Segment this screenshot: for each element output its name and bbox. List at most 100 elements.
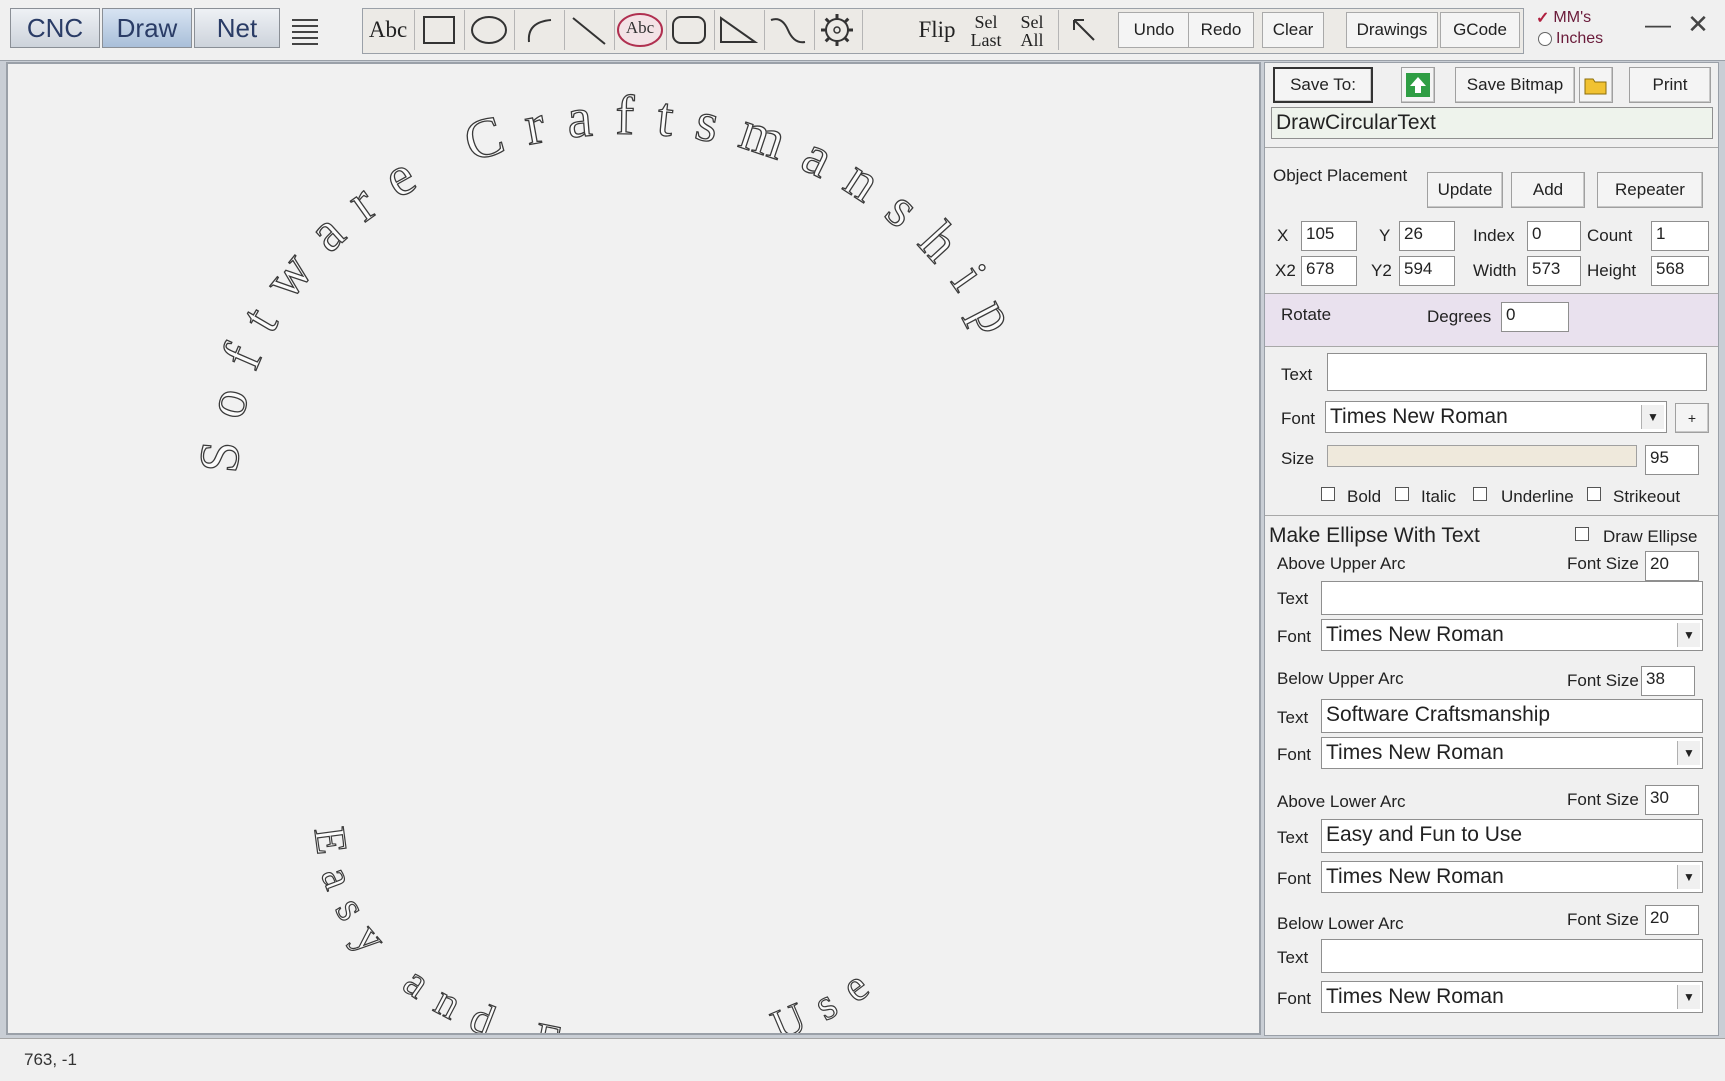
- x-label: X: [1277, 226, 1289, 245]
- arc-tool-icon[interactable]: [518, 10, 560, 50]
- width-field[interactable]: 573: [1527, 256, 1581, 286]
- drawing-canvas[interactable]: Software Craftsmanship Easy and Fun to U…: [6, 62, 1261, 1075]
- above-upper-font-size-field[interactable]: 20: [1645, 551, 1699, 581]
- add-font-button[interactable]: +: [1675, 403, 1709, 433]
- tab-net[interactable]: Net: [194, 8, 280, 48]
- rounded-rectangle-tool-icon[interactable]: [668, 10, 710, 50]
- section-divider: [1265, 147, 1718, 148]
- gear-tool-icon[interactable]: [816, 10, 858, 50]
- toolbar-divider: [814, 10, 815, 50]
- font-label: Font: [1277, 627, 1312, 646]
- above-upper-arc-title: Above Upper Arc: [1277, 554, 1406, 573]
- select-last-line1: Sel: [974, 12, 998, 32]
- below-upper-font-select[interactable]: Times New Roman ▼: [1321, 737, 1703, 769]
- redo-button[interactable]: Redo: [1188, 12, 1254, 48]
- bold-checkbox[interactable]: [1321, 487, 1335, 501]
- select-last-button[interactable]: Sel Last: [964, 10, 1008, 52]
- x2-label: X2: [1275, 261, 1296, 280]
- cursor-coordinates: 763, -1: [24, 1050, 77, 1069]
- text-tool-button[interactable]: Abc: [364, 10, 412, 50]
- tab-cnc[interactable]: CNC: [10, 8, 100, 48]
- toolbar-divider: [564, 10, 565, 50]
- size-slider[interactable]: [1327, 445, 1637, 467]
- upload-arrow-icon[interactable]: [1401, 67, 1435, 103]
- print-button[interactable]: Print: [1629, 67, 1711, 103]
- units-inches-label: Inches: [1556, 30, 1604, 47]
- save-to-button[interactable]: Save To:: [1273, 67, 1373, 103]
- minimize-button[interactable]: —: [1640, 4, 1676, 44]
- count-field[interactable]: 1: [1651, 221, 1709, 251]
- undo-button[interactable]: Undo: [1118, 12, 1190, 48]
- circular-text-tool-button[interactable]: Abc: [616, 10, 664, 50]
- text-label: Text: [1281, 365, 1313, 384]
- degrees-label: Degrees: [1427, 307, 1492, 326]
- draw-ellipse-checkbox[interactable]: [1575, 527, 1589, 541]
- y2-field[interactable]: 594: [1399, 256, 1455, 286]
- height-field[interactable]: 568: [1651, 256, 1709, 286]
- circular-text-label: Abc: [625, 18, 655, 37]
- above-upper-text-field[interactable]: [1321, 581, 1703, 615]
- font-select[interactable]: Times New Roman ▼: [1325, 401, 1667, 433]
- rotate-title: Rotate: [1281, 305, 1332, 324]
- text-label: Text: [1277, 828, 1309, 847]
- units-selector: ✓ MM's Inches: [1532, 6, 1624, 52]
- draw-ellipse-label: Draw Ellipse: [1603, 527, 1698, 546]
- underline-checkbox[interactable]: [1473, 487, 1487, 501]
- units-inches-option[interactable]: Inches: [1538, 30, 1603, 48]
- index-field[interactable]: 0: [1527, 221, 1581, 251]
- upper-arc-text[interactable]: Software Craftsmanship: [187, 84, 1038, 476]
- canvas-drawing: Software Craftsmanship Easy and Fun to U…: [187, 84, 1038, 1075]
- above-upper-font-value: Times New Roman: [1326, 623, 1504, 646]
- font-label: Font: [1277, 989, 1312, 1008]
- radio-icon: [1538, 32, 1552, 46]
- font-size-label: Font Size: [1567, 554, 1639, 573]
- polyline-tool-icon[interactable]: [716, 10, 760, 50]
- select-all-line1: Sel: [1020, 12, 1044, 32]
- repeater-button[interactable]: Repeater: [1597, 172, 1703, 208]
- units-mm-option[interactable]: ✓ MM's: [1536, 8, 1591, 28]
- y2-label: Y2: [1371, 261, 1392, 280]
- ellipse-tool-icon[interactable]: [468, 10, 510, 50]
- size-field[interactable]: 95: [1645, 445, 1699, 475]
- below-upper-font-size-field[interactable]: 38: [1641, 666, 1695, 696]
- chevron-down-icon: ▼: [1677, 623, 1700, 647]
- curve-tool-icon[interactable]: [766, 10, 810, 50]
- folder-icon[interactable]: [1579, 67, 1613, 103]
- lower-arc-text[interactable]: Easy and Fun to Use: [304, 823, 892, 1074]
- filename-field[interactable]: DrawCircularText: [1271, 107, 1713, 139]
- below-lower-text-field[interactable]: [1321, 939, 1703, 973]
- above-lower-font-select[interactable]: Times New Roman ▼: [1321, 861, 1703, 893]
- select-arrow-icon[interactable]: [1062, 10, 1106, 50]
- x2-field[interactable]: 678: [1301, 256, 1357, 286]
- italic-checkbox[interactable]: [1395, 487, 1409, 501]
- clear-button[interactable]: Clear: [1262, 12, 1324, 48]
- above-lower-font-value: Times New Roman: [1326, 865, 1504, 888]
- y-field[interactable]: 26: [1399, 221, 1455, 251]
- tab-draw[interactable]: Draw: [102, 8, 192, 48]
- above-upper-font-select[interactable]: Times New Roman ▼: [1321, 619, 1703, 651]
- rectangle-tool-icon[interactable]: [418, 10, 460, 50]
- menu-icon[interactable]: [285, 10, 325, 50]
- degrees-field[interactable]: 0: [1501, 302, 1569, 332]
- font-size-label: Font Size: [1567, 671, 1639, 690]
- flip-button[interactable]: Flip: [912, 10, 962, 50]
- close-button[interactable]: ✕: [1680, 4, 1716, 44]
- select-all-button[interactable]: Sel All: [1010, 10, 1054, 52]
- save-bitmap-button[interactable]: Save Bitmap: [1455, 67, 1575, 103]
- strikeout-checkbox[interactable]: [1587, 487, 1601, 501]
- toolbar-divider: [1058, 10, 1059, 50]
- line-tool-icon[interactable]: [568, 10, 610, 50]
- text-label: Text: [1277, 589, 1309, 608]
- above-lower-font-size-field[interactable]: 30: [1645, 785, 1699, 815]
- gcode-button[interactable]: GCode: [1440, 12, 1520, 48]
- toolbar-divider: [614, 10, 615, 50]
- text-field[interactable]: [1327, 353, 1707, 391]
- add-button[interactable]: Add: [1511, 172, 1585, 208]
- drawings-button[interactable]: Drawings: [1346, 12, 1438, 48]
- update-button[interactable]: Update: [1427, 172, 1503, 208]
- above-lower-text-field[interactable]: Easy and Fun to Use: [1321, 819, 1703, 853]
- below-lower-font-select[interactable]: Times New Roman ▼: [1321, 981, 1703, 1013]
- below-lower-font-size-field[interactable]: 20: [1645, 905, 1699, 935]
- x-field[interactable]: 105: [1301, 221, 1357, 251]
- below-upper-text-field[interactable]: Software Craftsmanship: [1321, 699, 1703, 733]
